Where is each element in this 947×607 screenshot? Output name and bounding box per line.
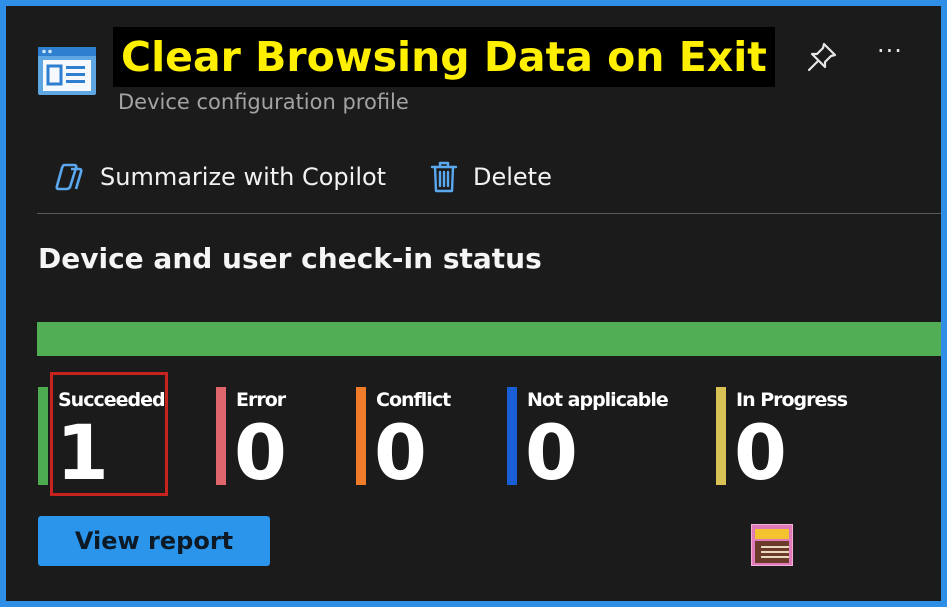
page-subtitle: Device configuration profile <box>118 90 409 114</box>
more-horizontal-icon: ··· <box>877 37 903 65</box>
view-report-button[interactable]: View report <box>38 516 270 566</box>
copilot-icon <box>55 163 83 191</box>
section-title: Device and user check-in status <box>38 242 542 275</box>
delete-button-label: Delete <box>473 163 552 191</box>
trash-icon <box>430 161 458 193</box>
profile-window-icon <box>37 41 97 101</box>
page-title: Clear Browsing Data on Exit <box>113 27 775 87</box>
stat-accent <box>507 387 517 485</box>
stat-accent <box>216 387 226 485</box>
copilot-button-label: Summarize with Copilot <box>100 163 387 191</box>
more-options-button[interactable]: ··· <box>872 36 908 72</box>
stat-accent <box>356 387 366 485</box>
stat-accent <box>38 387 48 485</box>
delete-button[interactable]: Delete <box>429 154 552 200</box>
stat-value: 0 <box>525 408 578 497</box>
watermark-logo <box>751 524 793 566</box>
stat-value: 0 <box>734 408 787 497</box>
status-progress-bar <box>37 322 941 356</box>
succeeded-highlight-box <box>50 372 168 496</box>
profile-pane: Clear Browsing Data on Exit Device confi… <box>6 6 941 601</box>
toolbar-divider <box>37 213 941 214</box>
summarize-with-copilot-button[interactable]: Summarize with Copilot <box>52 154 386 200</box>
stat-value: 0 <box>234 408 287 497</box>
watermark-panel <box>755 541 789 563</box>
pin-icon <box>807 42 837 72</box>
stat-value: 0 <box>374 408 427 497</box>
stat-accent <box>716 387 726 485</box>
pin-button[interactable] <box>804 39 840 75</box>
watermark-band <box>755 529 789 539</box>
